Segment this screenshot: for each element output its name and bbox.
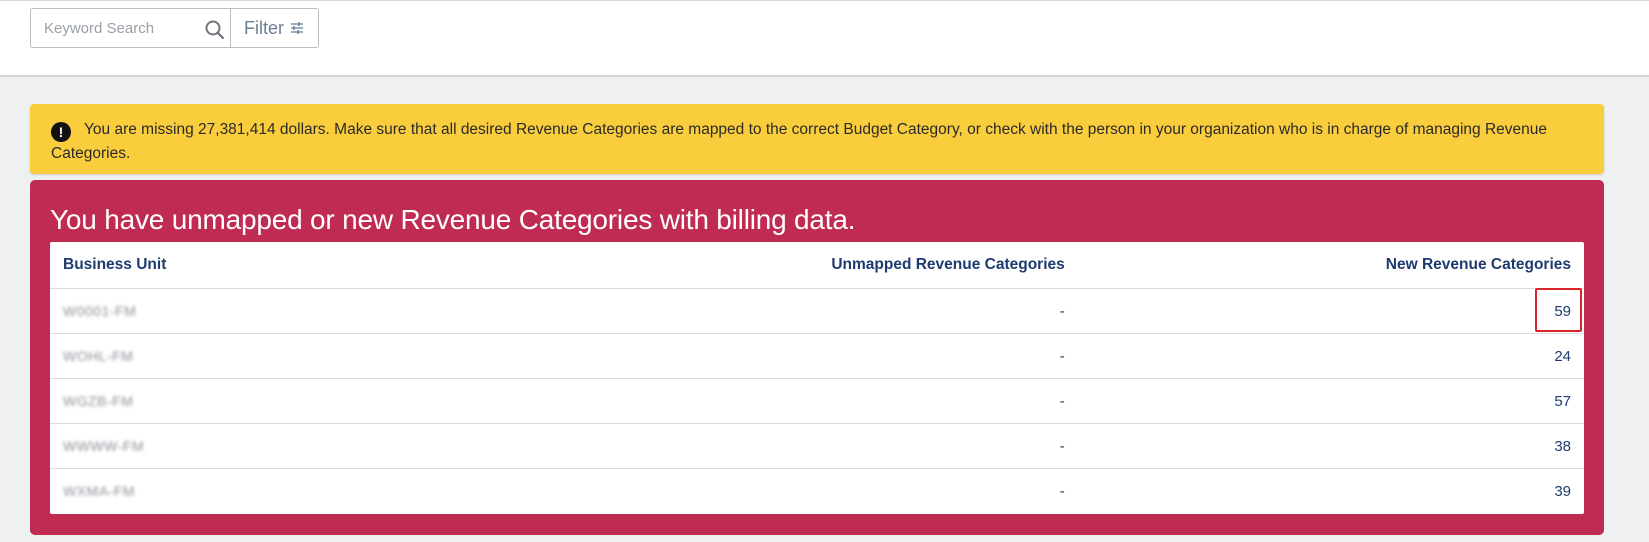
categories-table-card: Business Unit Unmapped Revenue Categorie…: [50, 242, 1584, 514]
new-count-cell: 59: [1077, 288, 1584, 334]
new-count-cell: 57: [1077, 378, 1584, 424]
column-header-unmapped: Unmapped Revenue Categories: [556, 242, 1078, 289]
business-unit-name: WGZB-FM: [63, 392, 134, 409]
business-unit-name: W0001-FM: [63, 302, 137, 319]
unmapped-count-cell: -: [556, 378, 1078, 424]
unmapped-count-cell: -: [1059, 482, 1065, 500]
filter-label: Filter: [244, 17, 284, 38]
new-count-link[interactable]: 39: [1554, 483, 1571, 500]
categories-table: Business Unit Unmapped Revenue Categorie…: [50, 242, 1584, 513]
panel-title: You have unmapped or new Revenue Categor…: [50, 204, 856, 235]
new-count-cell: 39: [1078, 469, 1584, 514]
sliders-icon: [291, 22, 303, 34]
search-input[interactable]: [31, 9, 196, 47]
new-count-link[interactable]: 24: [1554, 348, 1571, 365]
column-header-business-unit: Business Unit: [50, 242, 557, 289]
table-row: WOHL-FM - 24: [50, 333, 1584, 379]
business-unit-name: WWWW-FM: [63, 437, 144, 454]
new-count-link[interactable]: 59: [1554, 303, 1571, 320]
column-header-new: New Revenue Categories: [1077, 242, 1584, 289]
table-row: WGZB-FM - 57: [50, 378, 1584, 424]
business-unit-cell: W0001-FM: [50, 288, 557, 334]
unmapped-count-cell: -: [556, 423, 1078, 469]
warning-message: You are missing 27,381,414 dollars. Make…: [51, 121, 1548, 162]
unmapped-count-cell: -: [556, 333, 1078, 379]
new-count-cell: 24: [1077, 333, 1584, 379]
new-count-link[interactable]: 57: [1554, 393, 1571, 410]
table-row: WWWW-FM - 38: [50, 423, 1584, 469]
table-header-row: Business Unit Unmapped Revenue Categorie…: [50, 242, 1584, 289]
business-unit-name: WXMA-FM: [63, 482, 135, 499]
new-count-cell: 38: [1077, 423, 1584, 469]
business-unit-cell: WWWW-FM: [50, 423, 557, 469]
exclamation-circle-icon: !: [51, 122, 71, 142]
unmapped-categories-panel: You have unmapped or new Revenue Categor…: [30, 180, 1604, 535]
business-unit-cell: WOHL-FM: [50, 333, 557, 379]
business-unit-name: WOHL-FM: [63, 347, 134, 364]
new-count-link[interactable]: 38: [1554, 438, 1571, 455]
top-toolbar: Filter: [0, 0, 1649, 77]
filter-button[interactable]: Filter: [230, 8, 319, 48]
business-unit-cell: WXMA-FM: [50, 469, 556, 514]
search-box: [30, 8, 230, 48]
search-icon[interactable]: [204, 19, 226, 41]
table-row: WXMA-FM - 39: [50, 469, 1584, 514]
search-filter-group: Filter: [30, 8, 319, 48]
business-unit-cell: WGZB-FM: [50, 378, 557, 424]
table-row: W0001-FM - 59: [50, 288, 1584, 334]
unmapped-count-cell: -: [556, 288, 1078, 334]
missing-dollars-warning: ! You are missing 27,381,414 dollars. Mak…: [30, 104, 1604, 174]
